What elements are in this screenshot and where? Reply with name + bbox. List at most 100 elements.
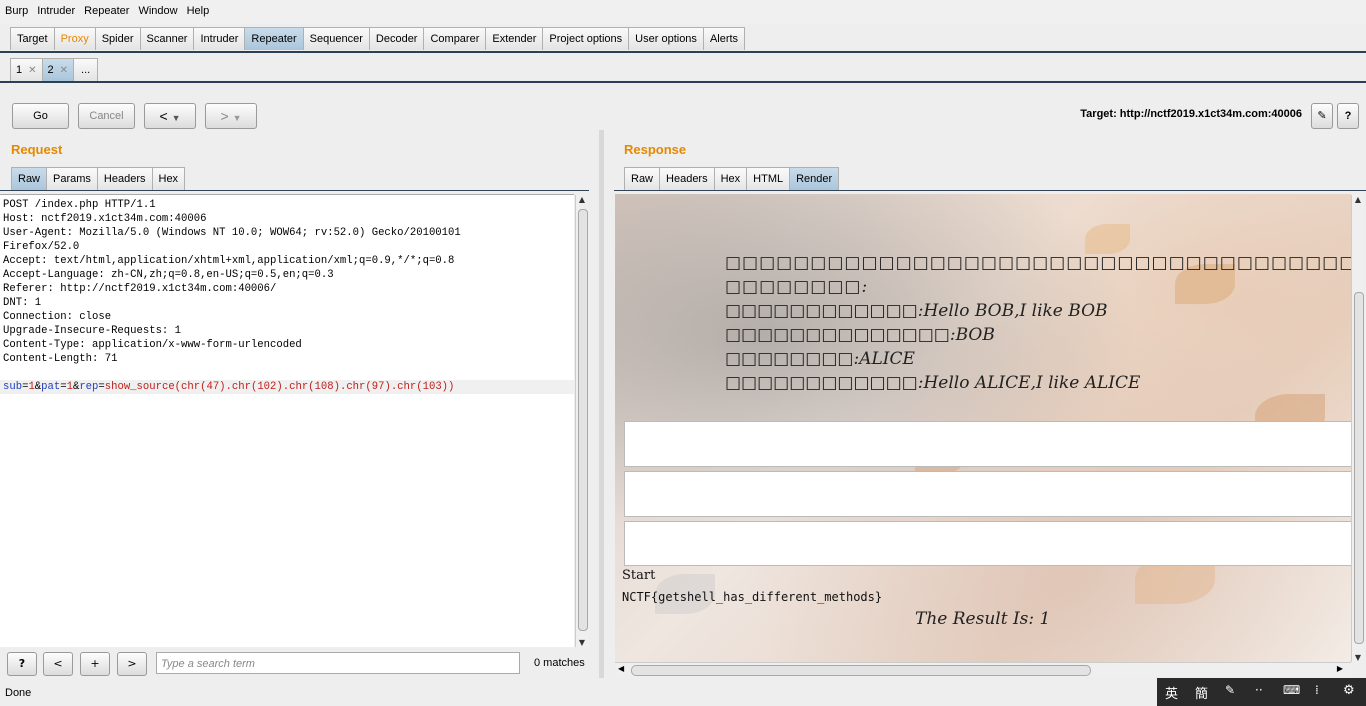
- resp-tab-headers[interactable]: Headers: [659, 167, 715, 191]
- repeater-tab-1[interactable]: 1 ✕: [10, 58, 43, 82]
- tab-alerts[interactable]: Alerts: [702, 27, 746, 50]
- response-hscrollbar[interactable]: ◀ ▶: [615, 662, 1351, 677]
- more-icon[interactable]: ··: [1255, 683, 1263, 697]
- req-tab-raw[interactable]: Raw: [11, 167, 48, 191]
- response-scrollbar[interactable]: ▲ ▼: [1351, 195, 1364, 662]
- response-render-view: □□□□□□□□□□□□□□□□□□□□□□□□□□□□□□□□□□□□ □□□□…: [615, 194, 1351, 662]
- req-tab-hex[interactable]: Hex: [151, 167, 186, 191]
- scroll-thumb[interactable]: [1354, 292, 1364, 644]
- search-next-button[interactable]: >: [117, 652, 147, 676]
- render-line: □□□□□□□□:: [725, 277, 869, 297]
- response-title: Response: [624, 142, 687, 157]
- target-label: Target: http://nctf2019.x1ct34m.com:4000…: [1080, 108, 1302, 120]
- cancel-button[interactable]: Cancel: [78, 103, 135, 129]
- menu-window[interactable]: Window: [133, 0, 181, 17]
- flag-text: NCTF{getshell_has_different_methods}: [622, 590, 883, 604]
- req-tab-params[interactable]: Params: [46, 167, 98, 191]
- main-tab-bar: Target Proxy Spider Scanner Intruder Rep…: [10, 27, 746, 51]
- request-line: DNT: 1: [3, 297, 42, 309]
- close-icon[interactable]: ✕: [60, 65, 68, 76]
- tab-spider[interactable]: Spider: [94, 27, 141, 50]
- edit-target-button[interactable]: ✎: [1311, 103, 1333, 129]
- request-line: POST /index.php HTTP/1.1: [3, 199, 156, 211]
- tab-intruder[interactable]: Intruder: [193, 27, 246, 50]
- repeater-tab-bar: 1 ✕ 2 ✕ ...: [10, 58, 99, 82]
- status-text: Done: [5, 687, 32, 699]
- close-icon[interactable]: ✕: [28, 65, 36, 76]
- tab-extender[interactable]: Extender: [485, 27, 544, 50]
- resp-tab-render[interactable]: Render: [789, 167, 840, 191]
- divider: [0, 81, 1366, 83]
- chevron-down-icon: ▼: [232, 113, 242, 123]
- ime-language-toggle[interactable]: 英: [1165, 683, 1178, 702]
- tab-comparer[interactable]: Comparer: [423, 27, 487, 50]
- ime-toolbar: 英 簡 ✎ ·· ⌨ ⁞ ⚙: [1157, 678, 1366, 706]
- request-line: Content-Length: 71: [3, 353, 118, 365]
- pencil-icon: ✎: [1317, 110, 1327, 122]
- scroll-thumb[interactable]: [631, 665, 1091, 676]
- repeater-tab-2[interactable]: 2 ✕: [41, 58, 75, 82]
- response-tab-bar: Raw Headers Hex HTML Render: [624, 167, 840, 191]
- scroll-down-icon[interactable]: ▼: [576, 638, 588, 647]
- resp-tab-hex[interactable]: Hex: [713, 167, 748, 191]
- tab-sequencer[interactable]: Sequencer: [302, 27, 370, 50]
- resp-tab-raw[interactable]: Raw: [624, 167, 661, 191]
- divider: [0, 190, 589, 191]
- search-input[interactable]: Type a search term: [156, 652, 520, 674]
- render-input-box[interactable]: [624, 471, 1351, 517]
- menu-intruder[interactable]: Intruder: [32, 0, 79, 17]
- tab-target[interactable]: Target: [10, 27, 55, 50]
- gear-icon[interactable]: ⚙: [1343, 683, 1355, 698]
- forward-button[interactable]: > ▼: [205, 103, 257, 129]
- render-line: □□□□□□□□□□□□□□:BOB: [725, 325, 995, 345]
- brush-icon[interactable]: ✎: [1225, 683, 1235, 697]
- scroll-down-icon[interactable]: ▼: [1352, 653, 1364, 662]
- menu-repeater[interactable]: Repeater: [79, 0, 133, 17]
- menubar: Burp Intruder Repeater Window Help: [0, 0, 1366, 24]
- resp-tab-html[interactable]: HTML: [746, 167, 791, 191]
- background-leaf: [1085, 224, 1130, 254]
- request-scrollbar[interactable]: ▲ ▼: [575, 195, 588, 647]
- tab-proxy[interactable]: Proxy: [53, 27, 96, 50]
- scroll-right-icon[interactable]: ▶: [1337, 664, 1343, 673]
- request-line: Content-Type: application/x-www-form-url…: [3, 339, 302, 351]
- search-prev-button[interactable]: <: [43, 652, 73, 676]
- scroll-up-icon[interactable]: ▲: [1352, 195, 1364, 204]
- go-button[interactable]: Go: [12, 103, 69, 129]
- keyboard-icon[interactable]: ⌨: [1283, 683, 1300, 697]
- request-line: User-Agent: Mozilla/5.0 (Windows NT 10.0…: [3, 227, 461, 239]
- render-line: □□□□□□□□□□□□:Hello ALICE,I like ALICE: [725, 373, 1141, 393]
- tab-decoder[interactable]: Decoder: [368, 27, 425, 50]
- search-help-button[interactable]: ?: [7, 652, 37, 676]
- panel-splitter[interactable]: [599, 130, 604, 678]
- request-line: Firefox/52.0: [3, 241, 80, 253]
- menu-help[interactable]: Help: [182, 0, 214, 17]
- request-editor[interactable]: POST /index.php HTTP/1.1 Host: nctf2019.…: [0, 194, 574, 647]
- tab-repeater[interactable]: Repeater: [244, 27, 304, 50]
- request-line: Connection: close: [3, 311, 112, 323]
- repeater-tab-new[interactable]: ...: [73, 58, 99, 82]
- tab-project-options[interactable]: Project options: [542, 27, 630, 50]
- render-input-box[interactable]: [624, 521, 1351, 566]
- tab-user-options[interactable]: User options: [628, 27, 704, 50]
- request-line: Accept-Language: zh-CN,zh;q=0.8,en-US;q=…: [3, 269, 334, 281]
- request-line: Accept: text/html,application/xhtml+xml,…: [3, 255, 455, 267]
- req-tab-headers[interactable]: Headers: [96, 167, 153, 191]
- tab-scanner[interactable]: Scanner: [139, 27, 195, 50]
- render-line: □□□□□□□□□□□□□□□□□□□□□□□□□□□□□□□□□□□□□□□□…: [725, 253, 1351, 273]
- help-button[interactable]: ?: [1337, 103, 1359, 129]
- render-line: □□□□□□□□□□□□:Hello BOB,I like BOB: [725, 301, 1108, 321]
- menu-burp[interactable]: Burp: [0, 0, 32, 17]
- punctuation-icon[interactable]: ⁞: [1315, 683, 1319, 697]
- render-input-box[interactable]: [624, 421, 1351, 467]
- scroll-left-icon[interactable]: ◀: [618, 664, 624, 673]
- request-title: Request: [11, 142, 63, 157]
- search-add-button[interactable]: +: [80, 652, 110, 676]
- scroll-thumb[interactable]: [578, 209, 588, 631]
- request-line: Referer: http://nctf2019.x1ct34m.com:400…: [3, 283, 277, 295]
- request-tab-bar: Raw Params Headers Hex: [11, 167, 186, 191]
- back-button[interactable]: < ▼: [144, 103, 196, 129]
- result-text: The Result Is: 1: [915, 609, 1051, 629]
- ime-mode-toggle[interactable]: 簡: [1195, 683, 1208, 702]
- scroll-up-icon[interactable]: ▲: [576, 195, 588, 204]
